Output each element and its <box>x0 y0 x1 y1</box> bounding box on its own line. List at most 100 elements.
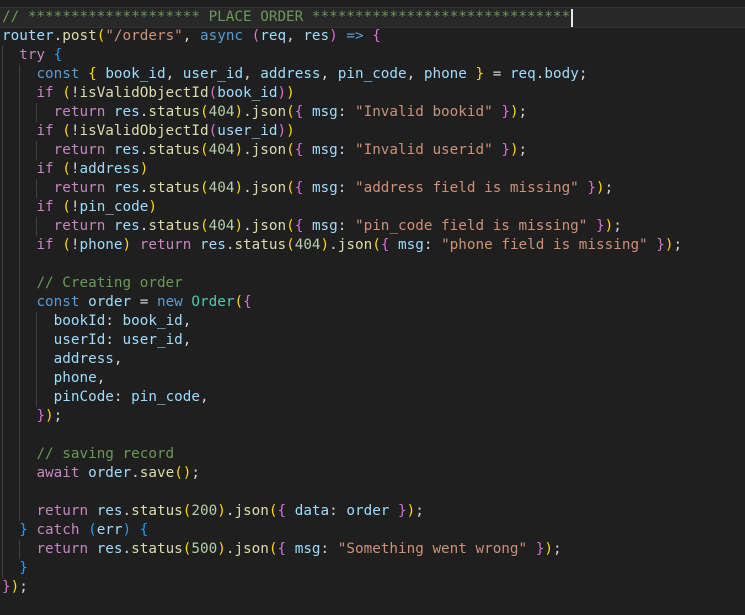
code-line[interactable]: pinCode: pin_code, <box>0 388 209 407</box>
code-line[interactable]: } catch (err) { <box>0 521 148 540</box>
code-token: order <box>346 503 390 519</box>
code-token: // saving record <box>36 446 175 462</box>
code-token: data <box>294 503 330 519</box>
code-token: "address field is missing" <box>354 180 579 196</box>
code-line[interactable]: if (!pin_code) <box>0 198 157 217</box>
code-token: ) <box>329 28 338 44</box>
code-token: ( <box>251 28 261 44</box>
code-line[interactable]: const order = new Order({ <box>0 293 252 312</box>
code-token: ; <box>518 142 528 158</box>
code-token: { <box>277 541 287 557</box>
code-token: "phone field is missing" <box>441 237 648 253</box>
code-token: . <box>243 218 252 234</box>
code-token: msg <box>311 218 338 234</box>
code-token: msg <box>311 142 338 158</box>
code-token: : <box>320 541 338 557</box>
code-token: ) <box>604 218 614 234</box>
code-line[interactable]: const { book_id, user_id, address, pin_c… <box>0 65 587 84</box>
code-token: err <box>96 522 123 538</box>
code-token: bookId <box>53 313 106 329</box>
code-token: if <box>36 85 54 101</box>
code-line[interactable]: } <box>0 559 28 578</box>
code-line[interactable]: phone, <box>0 369 106 388</box>
code-line[interactable]: if (!isValidObjectId(book_id)) <box>0 84 294 103</box>
code-line[interactable]: return res.status(404).json({ msg: "Inva… <box>0 141 528 160</box>
code-token: return <box>53 142 106 158</box>
code-line[interactable]: // ******************** PLACE ORDER ****… <box>0 7 745 28</box>
code-token: , <box>286 28 304 44</box>
code-token: ( <box>372 237 381 253</box>
code-line[interactable]: userId: user_id, <box>0 331 192 350</box>
code-token: book_id <box>122 313 183 329</box>
code-token: ) <box>139 161 149 177</box>
indent-guide <box>19 65 21 521</box>
code-token: msg <box>311 104 338 120</box>
code-token: 404 <box>294 237 321 253</box>
code-token: . <box>243 180 252 196</box>
code-line[interactable]: }); <box>0 578 28 597</box>
code-token: : <box>105 313 123 329</box>
code-line[interactable]: await order.save(); <box>0 464 200 483</box>
code-token: req <box>509 66 536 82</box>
code-token: if <box>36 161 54 177</box>
code-token: const <box>36 66 80 82</box>
code-token: ) <box>509 104 519 120</box>
code-token: ( <box>200 142 209 158</box>
code-token: res <box>113 218 140 234</box>
code-token: } <box>19 560 28 576</box>
code-token: : <box>337 218 355 234</box>
code-token: order <box>88 294 132 310</box>
code-line[interactable]: return res.status(200).json({ data: orde… <box>0 502 423 521</box>
code-token: , <box>182 313 192 329</box>
code-token: ) <box>217 503 226 519</box>
code-line[interactable]: // saving record <box>0 445 174 464</box>
code-line[interactable]: router.post("/orders", async (req, res) … <box>0 27 381 46</box>
code-token: , <box>406 66 424 82</box>
code-token: Order <box>191 294 235 310</box>
code-line[interactable]: try { <box>0 46 62 65</box>
code-line[interactable]: return res.status(500).json({ msg: "Some… <box>0 540 561 559</box>
code-token: ; <box>578 66 588 82</box>
code-line[interactable]: }); <box>0 407 62 426</box>
code-line[interactable]: if (!phone) return res.status(404).json(… <box>0 236 682 255</box>
code-token: ( <box>62 199 71 215</box>
code-token: ) <box>122 237 132 253</box>
code-token: userId <box>53 332 106 348</box>
code-token: ; <box>673 237 683 253</box>
code-token: { <box>243 294 252 310</box>
code-token: if <box>36 123 54 139</box>
code-token: if <box>36 237 54 253</box>
code-line[interactable]: if (!address) <box>0 160 148 179</box>
code-token: . <box>329 237 338 253</box>
text-cursor <box>571 8 574 27</box>
code-editor[interactable]: // ******************** PLACE ORDER ****… <box>0 0 745 615</box>
code-token: . <box>131 465 140 481</box>
code-token: ( <box>286 237 295 253</box>
code-line[interactable]: return res.status(404).json({ msg: "addr… <box>0 179 614 198</box>
code-token: ; <box>19 579 28 595</box>
code-token: status <box>131 503 183 519</box>
code-token: } <box>501 142 510 158</box>
code-token: 404 <box>208 104 235 120</box>
code-token: } <box>36 408 46 424</box>
code-line[interactable]: bookId: book_id, <box>0 312 192 331</box>
code-line[interactable]: return res.status(404).json({ msg: "Inva… <box>0 103 528 122</box>
code-line[interactable]: // Creating order <box>0 274 182 293</box>
indent-guide <box>2 46 3 578</box>
code-token: json <box>251 142 287 158</box>
code-token: ; <box>518 104 528 120</box>
code-line[interactable]: return res.status(404).json({ msg: "pin_… <box>0 217 622 236</box>
code-token: { <box>53 47 63 63</box>
code-line[interactable]: if (!isValidObjectId(user_id)) <box>0 122 294 141</box>
